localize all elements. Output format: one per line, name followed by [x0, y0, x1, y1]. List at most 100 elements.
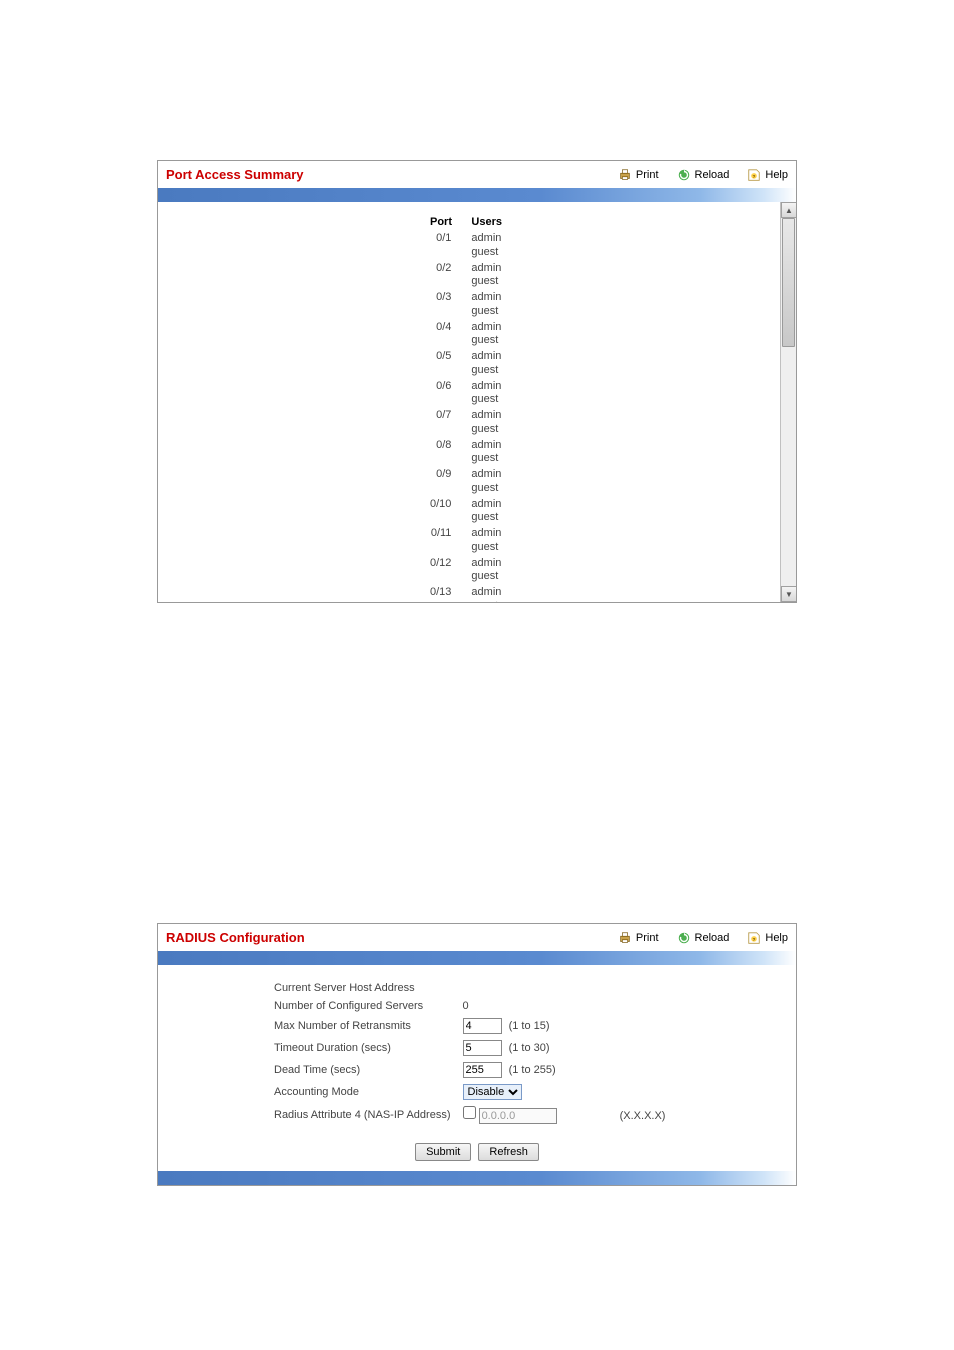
hint-timeout: (1 to 30)	[505, 1042, 550, 1054]
reload-icon	[677, 168, 691, 182]
reload-link[interactable]: Reload	[677, 168, 730, 182]
reload-label: Reload	[695, 932, 730, 944]
reload-icon	[677, 931, 691, 945]
table-row: 0/5adminguest	[426, 350, 512, 378]
label-current-server: Current Server Host Address	[268, 979, 457, 997]
print-label: Print	[636, 169, 659, 181]
scroll-thumb[interactable]	[782, 218, 795, 347]
help-link[interactable]: ? Help	[747, 168, 788, 182]
radius-configuration-panel: RADIUS Configuration Print Reload ? Help	[157, 923, 797, 1186]
user-entry: guest	[471, 511, 502, 525]
panel-title: RADIUS Configuration	[166, 930, 618, 945]
table-row: 0/13adminguest	[426, 586, 512, 602]
checkbox-radius-attr4[interactable]	[463, 1106, 476, 1119]
users-cell: adminguest	[467, 439, 512, 467]
port-column-header: Port	[426, 214, 465, 230]
panel-body: Port Users 0/1adminguest0/2adminguest0/3…	[158, 202, 796, 602]
help-icon: ?	[747, 931, 761, 945]
scroll-track[interactable]	[781, 218, 796, 586]
scroll-up-button[interactable]: ▲	[781, 202, 796, 218]
user-entry: guest	[471, 364, 502, 378]
users-cell: adminguest	[467, 409, 512, 437]
reload-label: Reload	[695, 169, 730, 181]
submit-button[interactable]: Submit	[415, 1143, 471, 1161]
panel-header: RADIUS Configuration Print Reload ? Help	[158, 924, 796, 951]
value-current-server	[457, 979, 672, 997]
panel-body: Current Server Host Address Number of Co…	[158, 979, 796, 1185]
port-cell: 0/7	[426, 409, 465, 437]
hint-dead-time: (1 to 255)	[505, 1064, 556, 1076]
user-entry: admin	[471, 380, 502, 394]
input-timeout[interactable]	[463, 1040, 502, 1056]
table-row: 0/11adminguest	[426, 527, 512, 555]
print-link[interactable]: Print	[618, 168, 659, 182]
table-row: 0/10adminguest	[426, 498, 512, 526]
row-dead-time: Dead Time (secs) (1 to 255)	[268, 1059, 671, 1081]
reload-link[interactable]: Reload	[677, 931, 730, 945]
user-entry: admin	[471, 557, 502, 571]
user-entry: admin	[471, 291, 502, 305]
users-cell: adminguest	[467, 586, 512, 602]
port-cell: 0/3	[426, 291, 465, 319]
input-radius-attr4[interactable]	[479, 1108, 557, 1124]
scroll-down-button[interactable]: ▼	[781, 586, 796, 602]
label-dead-time: Dead Time (secs)	[268, 1059, 457, 1081]
vertical-scrollbar[interactable]: ▲ ▼	[780, 202, 796, 602]
port-cell: 0/13	[426, 586, 465, 602]
table-row: 0/3adminguest	[426, 291, 512, 319]
user-entry: admin	[471, 262, 502, 276]
radius-form: Current Server Host Address Number of Co…	[268, 979, 671, 1127]
port-cell: 0/4	[426, 321, 465, 349]
print-icon	[618, 931, 632, 945]
select-accounting-mode[interactable]: Disable	[463, 1084, 522, 1100]
value-number-configured: 0	[457, 997, 672, 1015]
panel-header: Port Access Summary Print Reload ? Help	[158, 161, 796, 188]
port-cell: 0/11	[426, 527, 465, 555]
users-cell: adminguest	[467, 557, 512, 585]
input-dead-time[interactable]	[463, 1062, 502, 1078]
row-timeout: Timeout Duration (secs) (1 to 30)	[268, 1037, 671, 1059]
table-row: 0/9adminguest	[426, 468, 512, 496]
table-row: 0/7adminguest	[426, 409, 512, 437]
label-accounting-mode: Accounting Mode	[268, 1081, 457, 1103]
header-actions: Print Reload ? Help	[618, 931, 788, 945]
refresh-button[interactable]: Refresh	[478, 1143, 539, 1161]
table-row: 0/1 adminguest	[426, 232, 512, 260]
port-access-summary-panel: Port Access Summary Print Reload ? Help	[157, 160, 797, 603]
gradient-divider	[158, 951, 796, 965]
svg-text:?: ?	[753, 173, 756, 179]
table-row: 0/6adminguest	[426, 380, 512, 408]
port-cell: 0/8	[426, 439, 465, 467]
panel-title: Port Access Summary	[166, 167, 618, 182]
users-cell: adminguest	[467, 291, 512, 319]
button-row: Submit Refresh	[158, 1137, 796, 1171]
help-icon: ?	[747, 168, 761, 182]
user-entry: guest	[471, 600, 502, 602]
user-entry: guest	[471, 452, 502, 466]
label-max-retransmits: Max Number of Retransmits	[268, 1015, 457, 1037]
user-entry: admin	[471, 498, 502, 512]
users-cell: adminguest	[467, 468, 512, 496]
label-timeout: Timeout Duration (secs)	[268, 1037, 457, 1059]
user-entry: guest	[471, 570, 502, 584]
users-column-header: Users	[467, 214, 512, 230]
user-entry: admin	[471, 232, 502, 246]
row-current-server: Current Server Host Address	[268, 979, 671, 997]
user-entry: guest	[471, 275, 502, 289]
user-entry: guest	[471, 246, 502, 260]
user-entry: admin	[471, 586, 502, 600]
svg-text:?: ?	[753, 936, 756, 942]
user-entry: guest	[471, 334, 502, 348]
user-entry: admin	[471, 321, 502, 335]
print-icon	[618, 168, 632, 182]
print-link[interactable]: Print	[618, 931, 659, 945]
user-entry: guest	[471, 423, 502, 437]
user-entry: admin	[471, 409, 502, 423]
label-radius-attr4: Radius Attribute 4 (NAS-IP Address)	[268, 1103, 457, 1127]
help-link[interactable]: ? Help	[747, 931, 788, 945]
input-max-retransmits[interactable]	[463, 1018, 502, 1034]
port-cell: 0/1	[426, 232, 465, 260]
row-accounting-mode: Accounting Mode Disable	[268, 1081, 671, 1103]
table-row: 0/8adminguest	[426, 439, 512, 467]
gradient-divider	[158, 188, 796, 202]
